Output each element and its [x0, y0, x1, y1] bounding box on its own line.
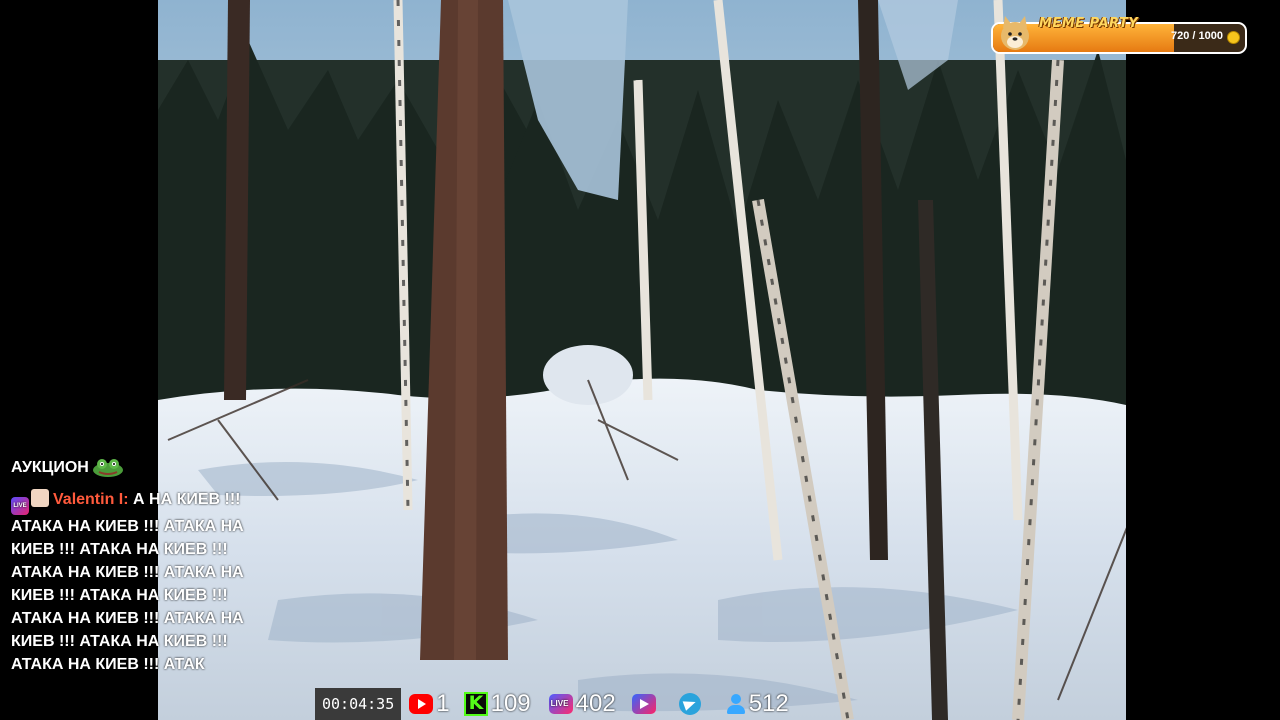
stat-viewers-value: 512 — [748, 690, 789, 717]
stream-video — [158, 0, 1126, 720]
stat-vk-play — [631, 694, 659, 714]
telegram-icon — [678, 693, 701, 715]
vk-play-icon — [631, 694, 656, 714]
meme-party-title: MEME PARTY — [1039, 16, 1139, 31]
stat-telegram — [678, 693, 704, 715]
stat-youtube-value: 1 — [436, 690, 450, 717]
meme-party-progress-text: 720 / 1000 — [1171, 30, 1223, 42]
forest-scene — [158, 0, 1126, 720]
chat-header: АУКЦИОН — [11, 454, 271, 480]
chat-header-title: АУКЦИОН — [11, 458, 89, 476]
stat-kick: 109 — [463, 690, 531, 718]
stat-kick-value: 109 — [490, 690, 531, 717]
chat-message: LIVE Valentin I: А НА КИЕВ !!! АТАКА НА К… — [11, 488, 271, 676]
chat-message-text: А НА КИЕВ !!! АТАКА НА КИЕВ !!! АТАКА НА… — [11, 491, 244, 673]
stream-stats-bar: 00:04:35 1 109 402 512 — [315, 688, 789, 720]
stat-vk-live-value: 402 — [575, 690, 616, 717]
avatar-badge-icon — [31, 489, 49, 507]
stat-viewers: 512 — [726, 690, 789, 718]
frog-emote-icon — [92, 459, 123, 477]
live-badge-icon: LIVE — [11, 497, 29, 515]
meme-party-widget: MEME PARTY 720 / 1000 — [991, 16, 1247, 54]
coin-icon — [1227, 31, 1240, 44]
stream-timer: 00:04:35 — [315, 688, 402, 720]
youtube-icon — [409, 694, 434, 714]
viewers-icon — [726, 694, 746, 714]
vk-live-icon — [548, 694, 573, 714]
stat-youtube: 1 — [409, 690, 450, 718]
doge-icon — [1001, 16, 1029, 50]
stat-vk-live: 402 — [548, 690, 616, 718]
chat-username: Valentin I: — [53, 491, 129, 508]
chat-overlay: АУКЦИОН LIVE Valentin I: А НА КИЕВ !!! АТ… — [11, 454, 271, 676]
kick-icon — [463, 692, 488, 716]
